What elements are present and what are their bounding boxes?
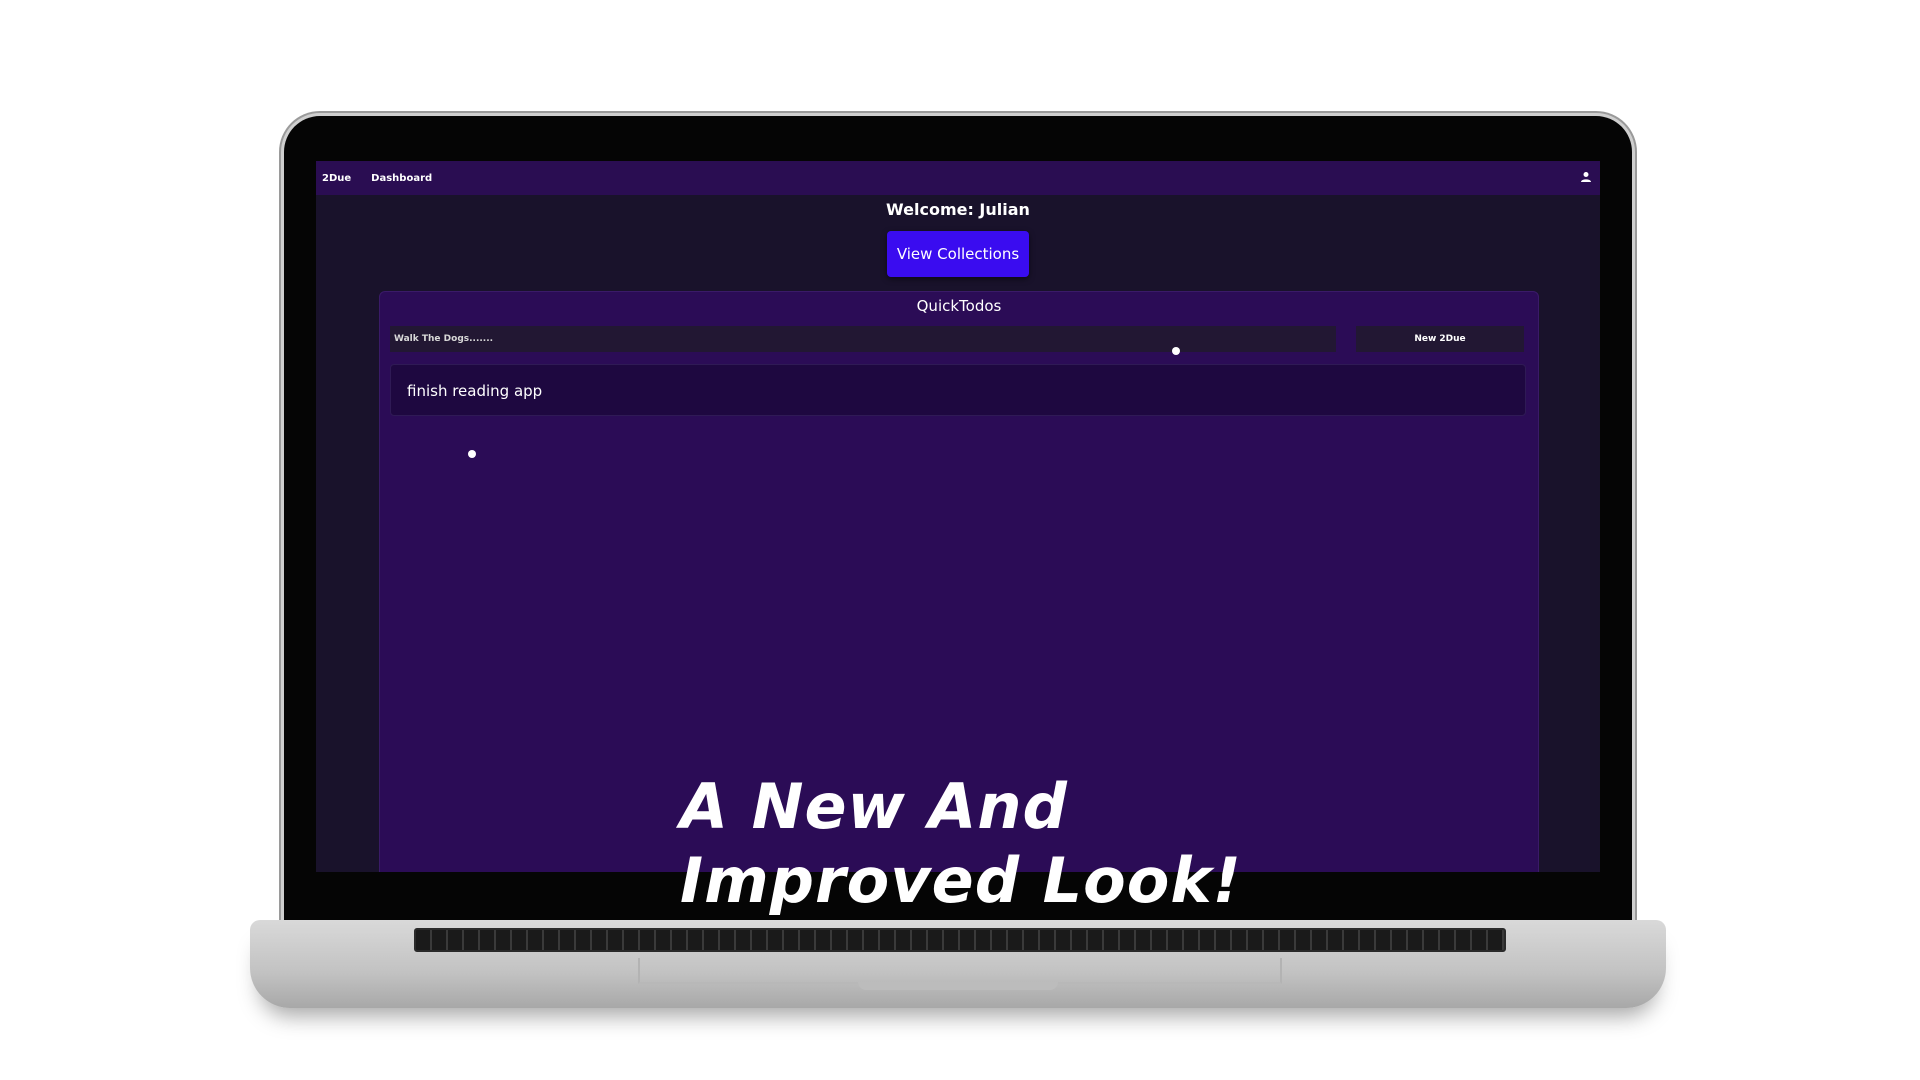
welcome-heading: Welcome: Julian bbox=[886, 200, 1030, 219]
promo-headline-line1: A New And bbox=[680, 770, 1068, 843]
lid-notch bbox=[858, 982, 1058, 990]
dashboard-link[interactable]: Dashboard bbox=[371, 173, 432, 184]
cursor-dot bbox=[1172, 347, 1180, 355]
cursor-dot bbox=[468, 450, 476, 458]
laptop-screen: 2Due Dashboard Welcome: Julian View Coll… bbox=[316, 161, 1600, 872]
view-collections-button[interactable]: View Collections bbox=[887, 231, 1029, 277]
todo-input[interactable] bbox=[390, 326, 1336, 352]
new-todo-row: New 2Due bbox=[390, 326, 1530, 352]
promo-stage: 2Due Dashboard Welcome: Julian View Coll… bbox=[0, 0, 1920, 1080]
promo-headline: A New And Improved Look! bbox=[680, 770, 1242, 918]
promo-headline-line2: Improved Look! bbox=[680, 844, 1242, 917]
brand-link[interactable]: 2Due bbox=[322, 173, 351, 184]
keyboard bbox=[414, 928, 1506, 952]
user-icon[interactable] bbox=[1580, 171, 1592, 183]
laptop-base bbox=[250, 920, 1666, 1008]
new-2due-button[interactable]: New 2Due bbox=[1356, 326, 1524, 352]
top-navbar: 2Due Dashboard bbox=[316, 161, 1600, 195]
quicktodos-title: QuickTodos bbox=[916, 297, 1002, 315]
trackpad bbox=[638, 958, 1282, 984]
todo-item[interactable]: finish reading app bbox=[390, 364, 1526, 416]
